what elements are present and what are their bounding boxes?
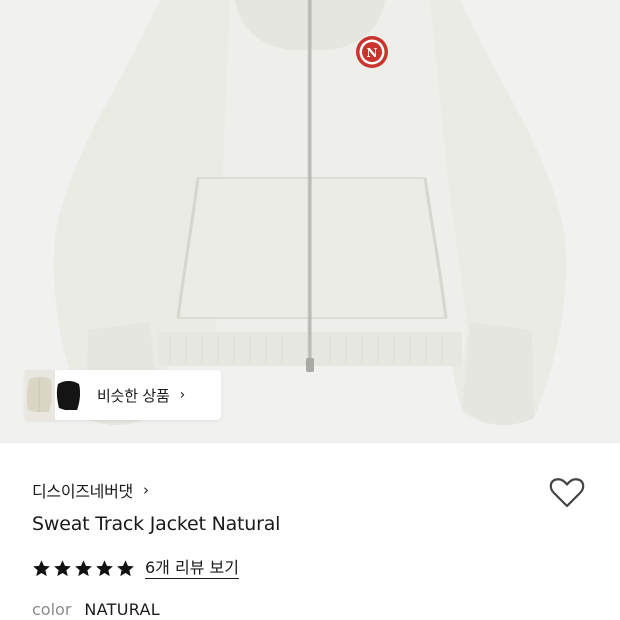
heart-outline-icon	[549, 478, 585, 508]
similar-products-label: 비슷한 상품	[97, 386, 170, 405]
star-icon	[75, 559, 92, 576]
color-label: color	[32, 600, 72, 619]
similar-thumbnail-natural	[25, 370, 55, 420]
star-icon	[54, 559, 71, 576]
chevron-right-icon: ›	[179, 387, 186, 403]
brand-link[interactable]: 디스이즈네버댓 ›	[32, 478, 149, 502]
star-rating	[32, 559, 135, 578]
wishlist-button[interactable]	[546, 472, 588, 514]
similar-products-button[interactable]: 비슷한 상품 ›	[25, 370, 221, 420]
logo-badge: N	[356, 36, 388, 68]
product-image[interactable]: N 비슷한 상품 ›	[0, 0, 620, 443]
rating-row: 6개 리뷰 보기	[32, 556, 239, 580]
chevron-right-icon: ›	[142, 481, 149, 499]
similar-thumbnail-black	[55, 370, 83, 420]
svg-text:N: N	[367, 46, 378, 60]
review-link[interactable]: 6개 리뷰 보기	[145, 558, 239, 579]
brand-name: 디스이즈네버댓	[32, 482, 133, 501]
similar-thumbnails	[25, 370, 83, 420]
star-icon	[33, 559, 50, 576]
star-icon	[96, 559, 113, 576]
star-icon	[117, 559, 134, 576]
color-value: NATURAL	[84, 600, 160, 619]
product-title: Sweat Track Jacket Natural	[32, 513, 281, 535]
color-row: color NATURAL	[32, 600, 160, 619]
